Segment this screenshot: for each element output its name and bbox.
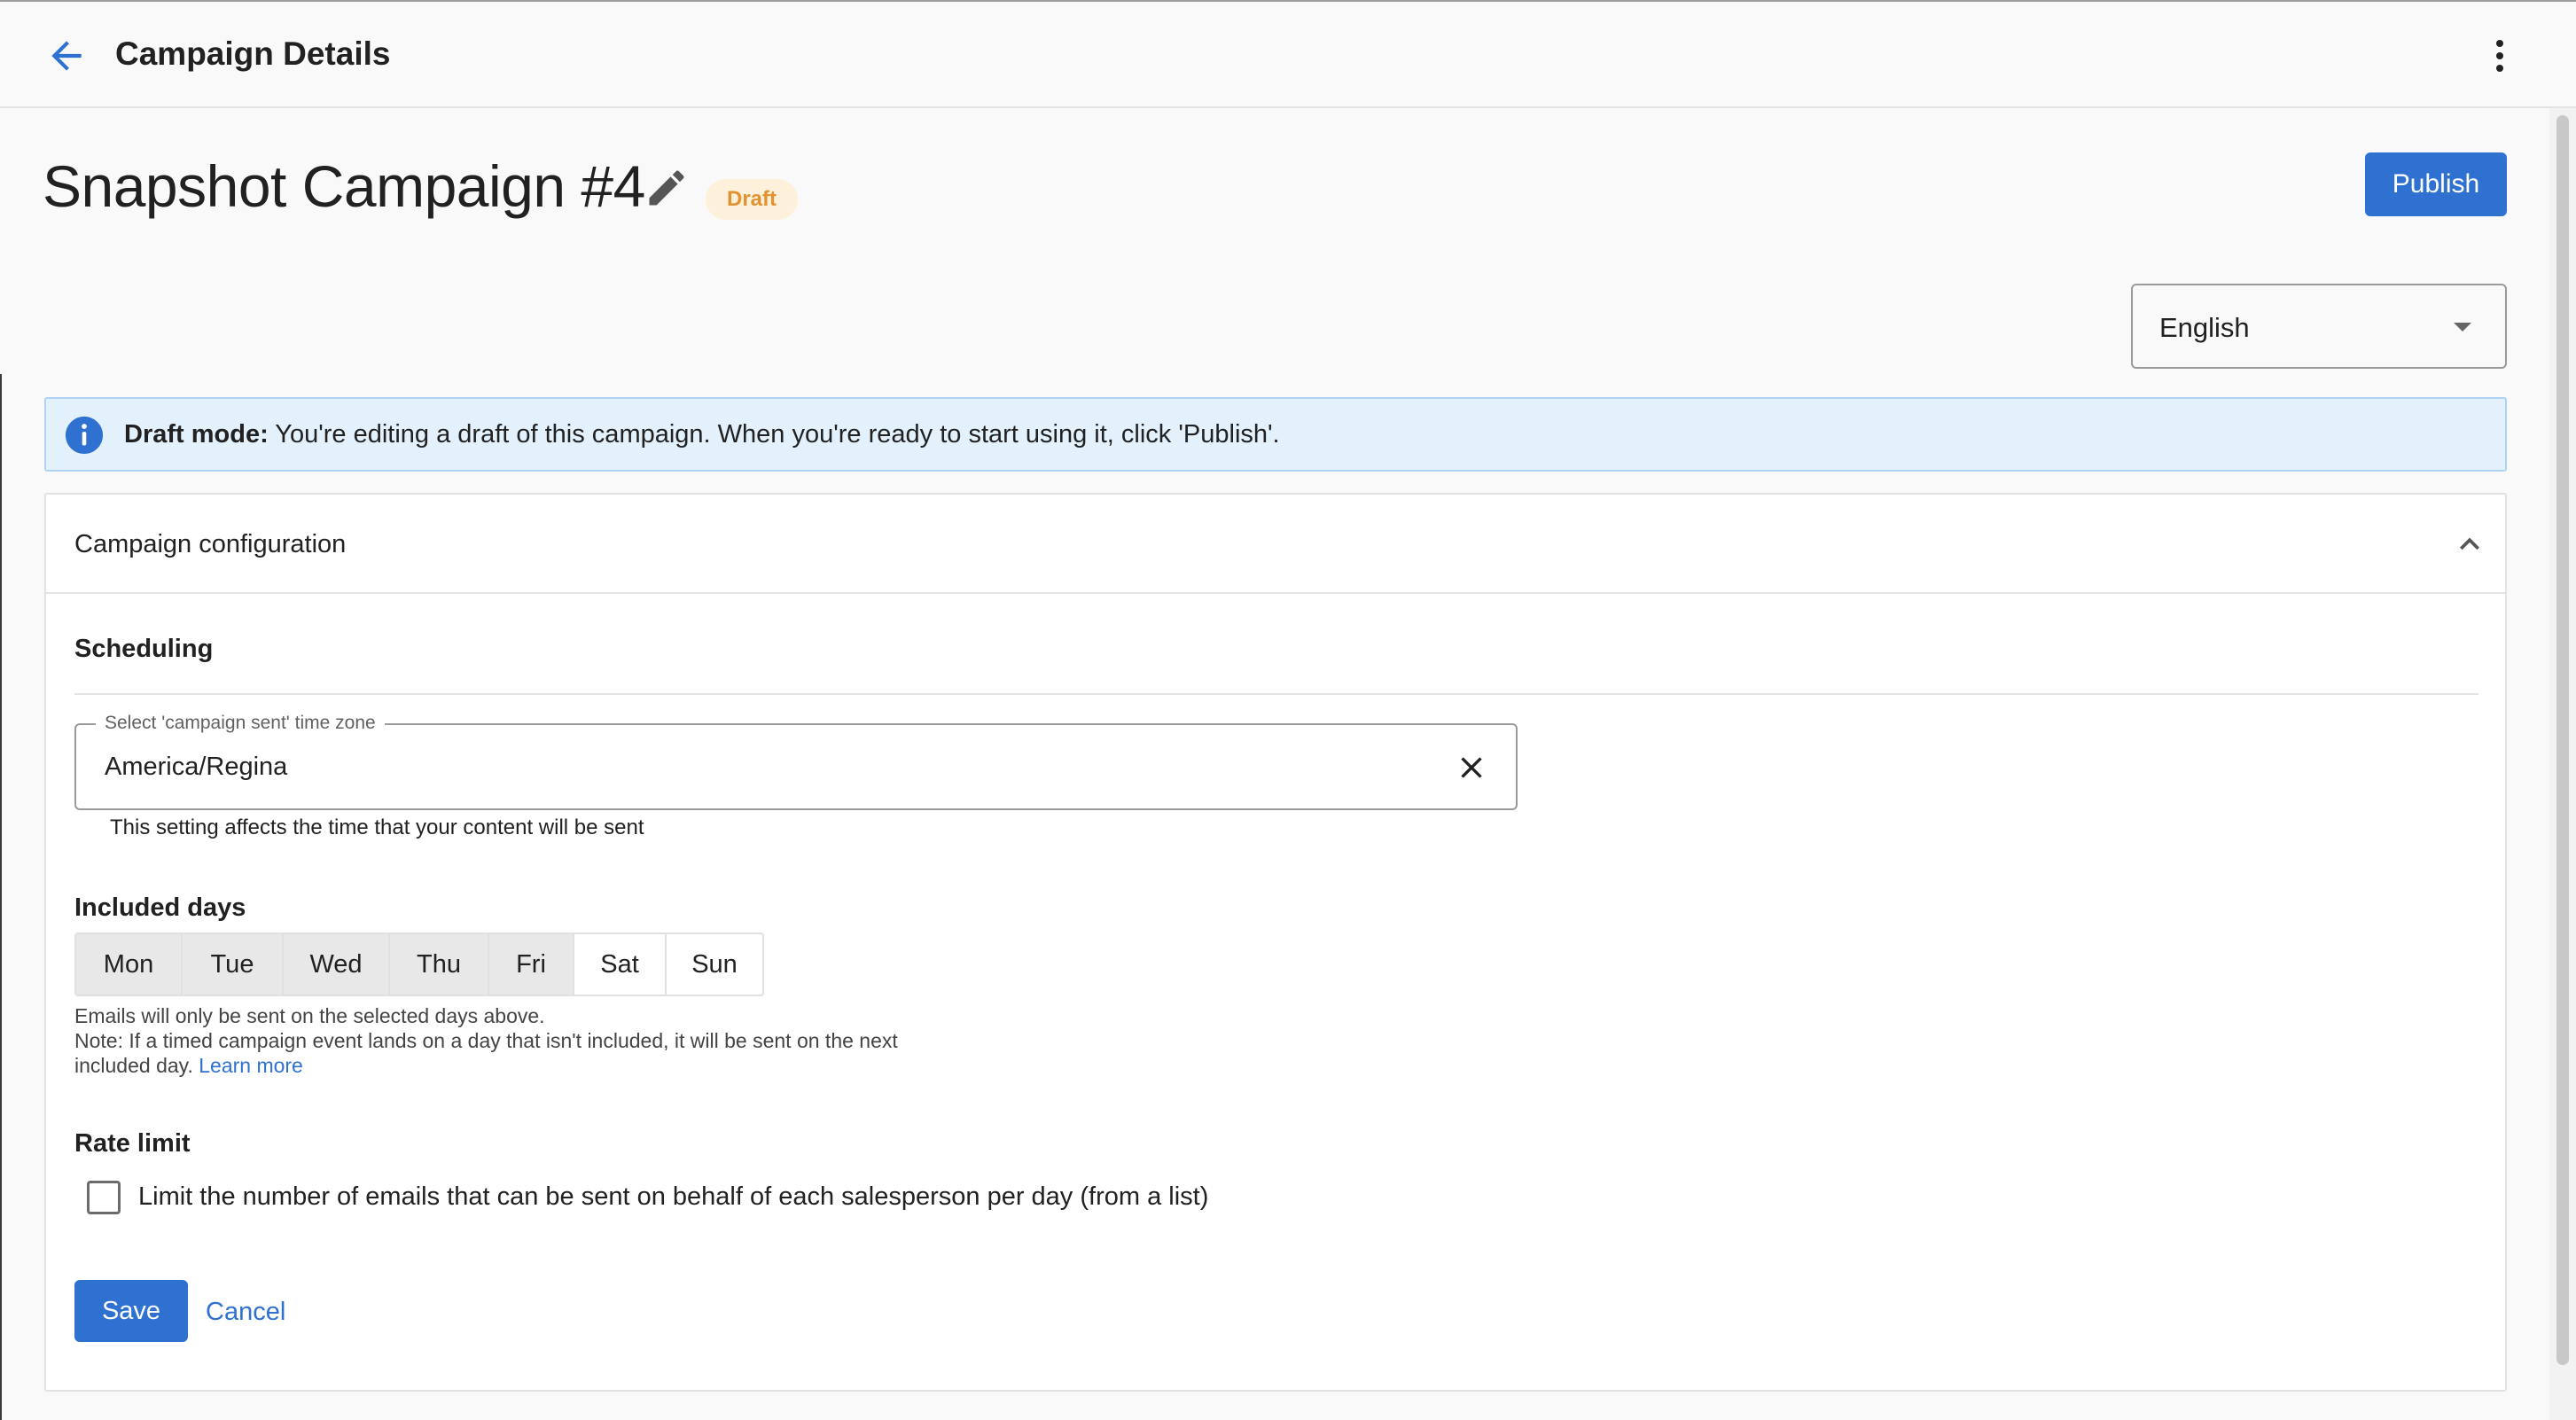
day-toggle-fri[interactable]: Fri (489, 934, 574, 995)
card-header[interactable]: Campaign configuration (46, 495, 2505, 594)
save-button[interactable]: Save (74, 1280, 188, 1342)
day-toggle-tue[interactable]: Tue (183, 934, 284, 995)
timezone-input[interactable] (105, 746, 1346, 787)
day-toggle-sat[interactable]: Sat (574, 934, 667, 995)
rate-limit-checkbox[interactable] (87, 1181, 121, 1214)
back-button[interactable] (44, 34, 89, 78)
scrollbar-thumb[interactable] (2556, 115, 2569, 1365)
included-days-toggle-group: Mon Tue Wed Thu Fri Sat Sun (74, 932, 764, 996)
banner-message: You're editing a draft of this campaign.… (275, 420, 1280, 449)
included-days-heading: Included days (74, 893, 246, 922)
more-vertical-icon (2496, 40, 2503, 72)
campaign-configuration-card: Campaign configuration Scheduling Select… (44, 493, 2507, 1392)
scheduling-heading: Scheduling (74, 635, 214, 663)
timezone-helper-text: This setting affects the time that your … (110, 815, 644, 839)
info-icon (65, 416, 104, 455)
pencil-icon (649, 170, 684, 206)
cancel-button[interactable]: Cancel (206, 1298, 285, 1327)
timezone-field[interactable]: Select 'campaign sent' time zone (74, 713, 1518, 810)
draft-mode-banner: Draft mode: You're editing a draft of th… (44, 397, 2507, 472)
collapse-button[interactable] (2450, 525, 2489, 564)
banner-label: Draft mode: (124, 420, 269, 449)
banner-text: Draft mode: You're editing a draft of th… (124, 420, 1280, 449)
language-select-value: English (2159, 312, 2250, 343)
day-toggle-sun[interactable]: Sun (667, 934, 762, 995)
page-title: Campaign Details (115, 35, 391, 72)
learn-more-link[interactable]: Learn more (199, 1054, 303, 1077)
status-badge: Draft (706, 179, 799, 220)
note-line-3: included day. Learn more (74, 1053, 898, 1078)
note-line-3-text: included day. (74, 1054, 193, 1077)
section-divider (74, 693, 2478, 695)
top-bar: Campaign Details (0, 2, 2576, 108)
language-select[interactable]: English (2131, 284, 2507, 369)
note-line-1: Emails will only be sent on the selected… (74, 1004, 545, 1027)
caret-down-icon (2454, 323, 2471, 332)
clear-timezone-button[interactable] (1454, 750, 1489, 785)
left-edge-divider (0, 374, 2, 1420)
note-line-2: Note: If a timed campaign event lands on… (74, 1029, 898, 1052)
chevron-up-icon (2460, 537, 2479, 550)
timezone-field-label: Select 'campaign sent' time zone (96, 713, 385, 734)
day-toggle-thu[interactable]: Thu (390, 934, 489, 995)
app-window: Campaign Details Snapshot Campaign #4 Dr… (0, 0, 2576, 1420)
publish-button[interactable]: Publish (2365, 152, 2507, 216)
rate-limit-checkbox-label[interactable]: Limit the number of emails that can be s… (138, 1182, 1208, 1212)
day-toggle-mon[interactable]: Mon (76, 934, 183, 995)
edit-name-button[interactable] (644, 165, 690, 211)
rate-limit-heading: Rate limit (74, 1129, 191, 1158)
arrow-left-icon (51, 41, 82, 71)
included-days-note: Emails will only be sent on the selected… (74, 1003, 898, 1078)
more-options-button[interactable] (2478, 34, 2521, 78)
campaign-name: Snapshot Campaign #4 (43, 153, 645, 219)
close-icon (1461, 757, 1482, 778)
day-toggle-wed[interactable]: Wed (284, 934, 390, 995)
card-title: Campaign configuration (74, 530, 347, 558)
